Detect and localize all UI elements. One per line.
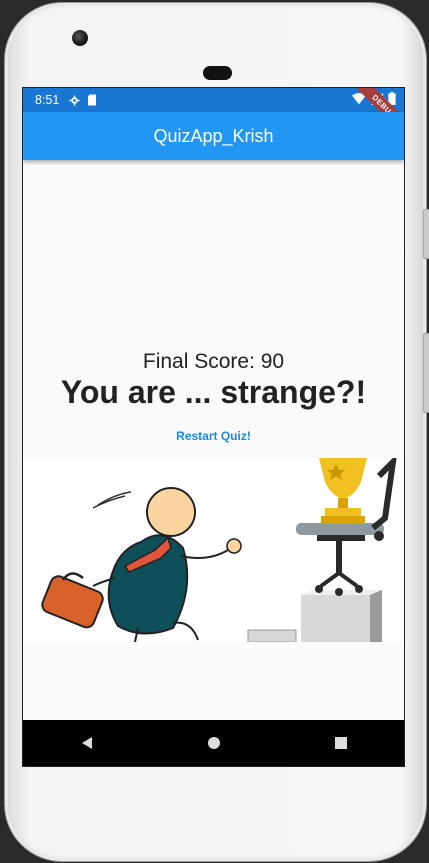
power-button[interactable] [423, 209, 429, 259]
restart-quiz-button[interactable]: Restart Quiz! [163, 425, 264, 447]
status-time: 8:51 [35, 93, 60, 107]
app-title: QuizApp_Krish [153, 125, 274, 146]
trophy-illustration [23, 453, 404, 643]
front-camera [72, 30, 88, 46]
man-running-to-trophy-image [41, 453, 398, 643]
recents-button[interactable] [321, 728, 361, 758]
app-bar: QuizApp_Krish [23, 112, 404, 160]
navigation-bar [23, 720, 404, 766]
home-icon [207, 737, 220, 749]
device-screen: 8:51 DEBUG QuizApp_Krish Final Score: 90… [22, 87, 405, 767]
result-screen: Final Score: 90 You are ... strange?! Re… [23, 160, 404, 720]
result-phrase: You are ... strange?! [60, 374, 367, 410]
back-button[interactable] [67, 728, 107, 758]
recents-icon [334, 737, 347, 749]
earpiece-speaker [203, 66, 232, 80]
settings-icon [69, 94, 80, 106]
sd-card-icon [88, 94, 97, 106]
volume-button[interactable] [423, 333, 429, 413]
back-icon [81, 737, 92, 749]
home-button[interactable] [194, 728, 234, 758]
final-score-text: Final Score: 90 [142, 350, 285, 373]
status-bar: 8:51 [23, 88, 404, 112]
